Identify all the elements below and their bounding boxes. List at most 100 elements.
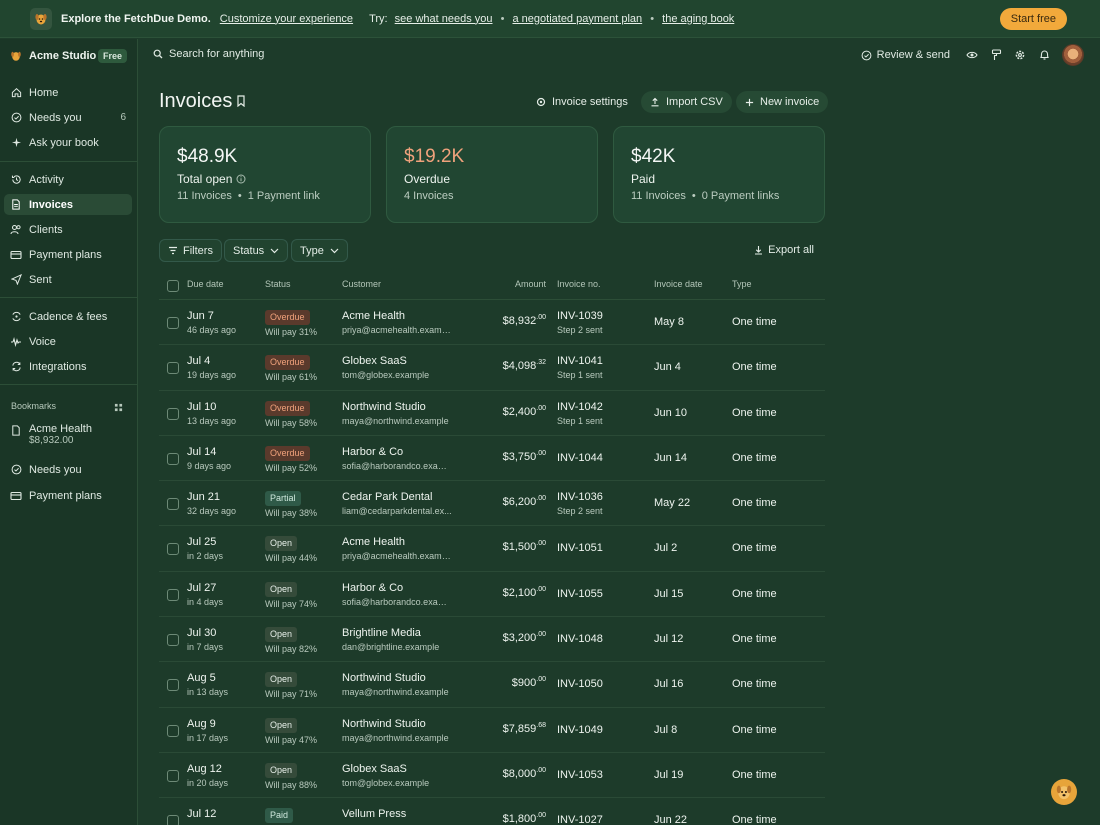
try-link-payment-plan[interactable]: a negotiated payment plan	[513, 13, 643, 25]
customer-name[interactable]: Vellum Press	[342, 808, 452, 820]
export-all-button[interactable]: Export all	[754, 244, 814, 256]
row-checkbox[interactable]	[167, 634, 179, 647]
invoice-number[interactable]: INV-1049	[557, 724, 603, 736]
sidebar-item-clients[interactable]: Clients	[4, 219, 132, 240]
invoice-settings-button[interactable]: Invoice settings	[527, 91, 637, 113]
bookmark-payment-plans[interactable]: Payment plans	[4, 485, 132, 506]
customer-name[interactable]: Acme Health	[342, 536, 452, 548]
sidebar-item-home[interactable]: Home	[4, 82, 132, 103]
invoice-number[interactable]: INV-1053	[557, 769, 603, 781]
invoice-number[interactable]: INV-1042	[557, 401, 603, 413]
table-row[interactable]: Aug 9 in 17 days Open Will pay 47% Northwind…	[159, 708, 825, 753]
column-header-status[interactable]: Status	[265, 279, 291, 289]
row-checkbox[interactable]	[167, 588, 179, 601]
import-csv-button[interactable]: Import CSV	[641, 91, 732, 113]
sidebar-item-integrations[interactable]: Integrations	[4, 356, 132, 377]
bookmark-acme-health[interactable]: Acme Health $8,932.00	[4, 419, 132, 451]
invoice-number[interactable]: INV-1051	[557, 542, 603, 554]
table-row[interactable]: Jul 10 13 days ago Overdue Will pay 58% Nort…	[159, 391, 825, 436]
table-row[interactable]: Jun 7 46 days ago Overdue Will pay 31% Acme …	[159, 300, 825, 346]
try-link-aging-book[interactable]: the aging book	[662, 13, 734, 25]
table-row[interactable]: Jul 14 9 days ago Overdue Will pay 52% Harbo…	[159, 436, 825, 482]
row-checkbox[interactable]	[167, 543, 179, 556]
grid-icon[interactable]	[114, 401, 124, 412]
bookmark-icon[interactable]	[233, 92, 249, 110]
customer-name[interactable]: Acme Health	[342, 310, 452, 322]
summary-card-overdue[interactable]: $19.2K Overdue 4 Invoices	[386, 126, 598, 223]
table-row[interactable]: Jul 30 in 7 days Open Will pay 82% Brightlin…	[159, 617, 825, 663]
table-row[interactable]: Aug 5 in 13 days Open Will pay 71% Northwind…	[159, 662, 825, 708]
sidebar-item-needs-you[interactable]: Needs you 6	[4, 107, 132, 128]
workspace-switcher[interactable]: Acme Studio Free	[10, 47, 127, 65]
sidebar-item-payment-plans[interactable]: Payment plans	[4, 244, 132, 265]
sidebar-item-label: Payment plans	[29, 248, 102, 261]
row-checkbox[interactable]	[167, 724, 179, 737]
table-row[interactable]: Jul 27 in 4 days Open Will pay 74% Harbor & …	[159, 572, 825, 618]
bell-icon[interactable]	[1038, 49, 1050, 61]
start-free-button[interactable]: Start free	[999, 8, 1067, 30]
sidebar-item-ask-your-book[interactable]: Ask your book	[4, 132, 132, 153]
try-link-needs-you[interactable]: see what needs you	[395, 13, 493, 25]
sidebar-item-invoices[interactable]: Invoices	[4, 194, 132, 215]
column-header-due-date[interactable]: Due date	[187, 279, 224, 289]
customer-name[interactable]: Northwind Studio	[342, 672, 452, 684]
invoice-number[interactable]: INV-1036	[557, 491, 603, 503]
column-header-amount[interactable]: Amount	[515, 279, 546, 289]
customer-name[interactable]: Globex SaaS	[342, 763, 452, 775]
customer-name[interactable]: Harbor & Co	[342, 446, 452, 458]
customer-name[interactable]: Cedar Park Dental	[342, 491, 452, 503]
dog-assistant-button[interactable]	[1051, 779, 1077, 805]
row-checkbox[interactable]	[167, 452, 179, 465]
summary-card-paid[interactable]: $42K Paid 11 Invoices • 0 Payment links	[613, 126, 825, 223]
column-header-customer[interactable]: Customer	[342, 279, 381, 289]
column-header-invoice-date[interactable]: Invoice date	[654, 279, 703, 289]
invoice-number[interactable]: INV-1055	[557, 588, 603, 600]
info-icon[interactable]	[236, 174, 246, 184]
customer-name[interactable]: Northwind Studio	[342, 718, 452, 730]
invoice-number[interactable]: INV-1048	[557, 633, 603, 645]
sidebar-item-cadence-fees[interactable]: Cadence & fees	[4, 306, 132, 327]
table-row[interactable]: Jul 4 19 days ago Overdue Will pay 61% Globe…	[159, 345, 825, 391]
filters-button[interactable]: Filters	[159, 239, 222, 262]
invoice-number[interactable]: INV-1027	[557, 814, 603, 825]
invoice-number[interactable]: INV-1041	[557, 355, 603, 367]
paint-roller-icon[interactable]	[990, 49, 1002, 61]
table-row[interactable]: Aug 12 in 20 days Open Will pay 88% Globex S…	[159, 753, 825, 799]
table-row[interactable]: Jul 12 Paid Vellum Press $1,800.00 INV-1027 J…	[159, 798, 825, 825]
summary-card-total-open[interactable]: $48.9K Total open 11 Invoices • 1 Payment …	[159, 126, 371, 223]
invoice-number[interactable]: INV-1050	[557, 678, 603, 690]
invoice-number[interactable]: INV-1044	[557, 452, 603, 464]
table-row[interactable]: Jul 25 in 2 days Open Will pay 44% Acme Heal…	[159, 526, 825, 572]
avatar[interactable]	[1062, 44, 1084, 66]
row-checkbox[interactable]	[167, 407, 179, 420]
due-date: Aug 9	[187, 717, 216, 730]
invoice-number[interactable]: INV-1039	[557, 310, 603, 322]
sidebar-item-sent[interactable]: Sent	[4, 269, 132, 290]
customize-link[interactable]: Customize your experience	[220, 13, 353, 25]
sidebar-item-voice[interactable]: Voice	[4, 331, 132, 352]
customer-name[interactable]: Globex SaaS	[342, 355, 452, 367]
customer-name[interactable]: Northwind Studio	[342, 401, 452, 413]
card-payment-links: 0 Payment links	[701, 190, 780, 202]
type-dropdown[interactable]: Type	[291, 239, 348, 262]
select-all-checkbox[interactable]	[167, 280, 179, 292]
eye-icon[interactable]	[966, 49, 978, 61]
row-checkbox[interactable]	[167, 498, 179, 511]
row-checkbox[interactable]	[167, 769, 179, 782]
bookmark-needs-you[interactable]: Needs you	[4, 459, 132, 480]
new-invoice-button[interactable]: New invoice	[736, 91, 829, 113]
row-checkbox[interactable]	[167, 362, 179, 375]
customer-name[interactable]: Brightline Media	[342, 627, 452, 639]
row-checkbox[interactable]	[167, 815, 179, 825]
gear-icon[interactable]	[1014, 49, 1026, 61]
sidebar-item-activity[interactable]: Activity	[4, 169, 132, 190]
row-checkbox[interactable]	[167, 679, 179, 692]
customer-name[interactable]: Harbor & Co	[342, 582, 452, 594]
column-header-invoice-no[interactable]: Invoice no.	[557, 279, 601, 289]
search-input[interactable]: Search for anything	[153, 48, 264, 60]
status-dropdown[interactable]: Status	[224, 239, 289, 262]
row-checkbox[interactable]	[167, 317, 179, 329]
column-header-type[interactable]: Type	[732, 279, 752, 289]
table-row[interactable]: Jun 21 32 days ago Partial Will pay 38% Ceda…	[159, 481, 825, 527]
review-send-button[interactable]: Review & send	[861, 49, 950, 61]
